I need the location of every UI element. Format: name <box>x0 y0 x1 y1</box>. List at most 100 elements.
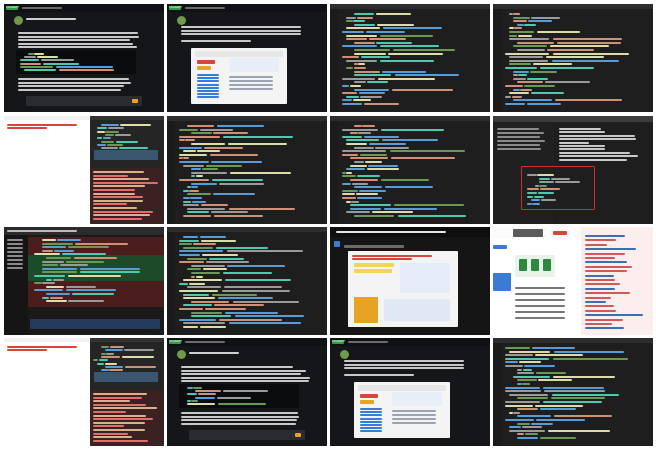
text-line <box>554 181 580 184</box>
text-line <box>368 164 398 167</box>
text-line <box>181 29 301 32</box>
site-nav <box>344 245 404 248</box>
text-line <box>191 200 206 203</box>
text-line <box>354 186 383 189</box>
text-line <box>505 52 550 55</box>
text-line <box>228 322 301 325</box>
text-line <box>224 279 291 282</box>
tile-web-screenshot[interactable] <box>330 227 490 335</box>
text-line <box>18 88 122 91</box>
file-tree <box>4 235 28 335</box>
message-input <box>189 430 305 440</box>
tile-browser-with-devtools[interactable] <box>4 116 164 224</box>
text-line <box>24 69 57 71</box>
text-line <box>585 243 607 246</box>
text-line <box>179 239 200 242</box>
text-line <box>352 258 412 260</box>
text-line <box>367 81 389 84</box>
text-line <box>392 418 436 420</box>
text-line <box>46 278 53 281</box>
table-row <box>197 93 219 96</box>
tile-code-editor[interactable] <box>493 4 653 112</box>
text-line <box>120 124 151 126</box>
site-image <box>513 229 543 237</box>
text-line <box>195 396 216 399</box>
text-line <box>349 85 362 87</box>
text-line <box>559 138 637 141</box>
text-line <box>223 135 294 138</box>
text-line <box>105 130 119 133</box>
tile-chat-window[interactable]: ChatGPT <box>4 4 164 112</box>
tile-code-editor[interactable] <box>167 116 327 224</box>
text-line <box>189 282 206 285</box>
highlight-row <box>354 269 392 273</box>
tile-browser-with-devtools[interactable] <box>4 338 164 446</box>
text-line <box>585 292 630 295</box>
text-line <box>93 192 136 195</box>
tile-code-editor[interactable] <box>493 338 653 446</box>
text-line <box>364 161 382 163</box>
text-line <box>107 143 124 146</box>
text-line <box>199 236 227 238</box>
text-line <box>369 143 407 145</box>
text-line <box>18 35 140 38</box>
text-line <box>551 59 620 62</box>
text-line <box>93 210 153 213</box>
table-row <box>197 74 219 76</box>
text-line <box>354 88 390 91</box>
text-line <box>585 309 616 312</box>
text-line <box>377 23 414 26</box>
text-line <box>191 175 196 178</box>
text-line <box>517 397 549 400</box>
text-line <box>179 146 202 149</box>
text-line <box>392 414 436 416</box>
text-line <box>342 189 358 192</box>
tile-devtools-highlight[interactable] <box>493 116 653 224</box>
text-line <box>497 128 539 130</box>
comment-box <box>30 319 160 329</box>
text-line <box>497 148 541 150</box>
text-line <box>530 70 558 73</box>
text-line <box>509 426 521 429</box>
tile-diff-view[interactable] <box>4 227 164 335</box>
text-line <box>97 130 105 133</box>
text-line <box>517 408 539 411</box>
tile-code-editor[interactable] <box>330 116 490 224</box>
text-line <box>191 311 223 314</box>
text-line <box>372 211 414 214</box>
tile-code-editor[interactable] <box>167 227 327 335</box>
text-line <box>223 390 268 393</box>
text-line <box>353 20 365 23</box>
text-line <box>342 197 357 199</box>
text-line <box>354 70 380 73</box>
screenshot-grid: ChatGPT ChatGPT ChatGPT ChatGPT <box>0 0 656 450</box>
tile-chat-with-screenshot[interactable]: ChatGPT <box>330 338 490 446</box>
text-line <box>517 81 544 84</box>
text-line <box>93 439 148 442</box>
text-line <box>344 367 464 369</box>
text-line <box>342 175 356 178</box>
text-line <box>7 267 23 269</box>
tile-chat-window[interactable]: ChatGPT <box>167 338 327 446</box>
text-line <box>513 411 521 414</box>
text-line <box>351 200 360 203</box>
text-line <box>548 429 611 432</box>
tile-chat-with-screenshot[interactable]: ChatGPT <box>167 4 327 112</box>
text-line <box>353 67 366 69</box>
text-line <box>101 124 119 126</box>
tile-web-page[interactable] <box>493 227 653 335</box>
text-line <box>205 308 247 310</box>
text-line <box>93 199 144 202</box>
tab-bar <box>167 227 327 232</box>
text-line <box>119 147 148 150</box>
chart-bar <box>519 259 527 271</box>
text-line <box>183 204 200 207</box>
text-line <box>559 141 590 144</box>
tile-code-editor[interactable] <box>330 4 490 112</box>
text-line <box>342 92 358 95</box>
text-line <box>342 135 363 138</box>
text-line <box>524 365 555 367</box>
text-line <box>7 349 47 351</box>
text-line <box>20 62 42 65</box>
text-line <box>515 287 565 289</box>
